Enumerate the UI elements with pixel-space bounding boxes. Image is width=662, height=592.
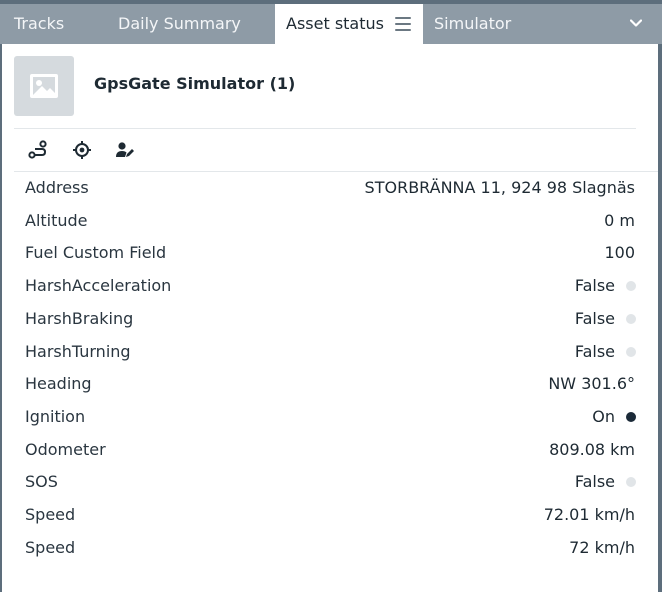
field-row-heading: Heading NW 301.6° <box>2 368 658 400</box>
route-button[interactable] <box>28 140 48 160</box>
menu-icon[interactable] <box>395 17 411 31</box>
field-label: Heading <box>25 374 92 394</box>
field-value: False <box>574 276 615 296</box>
field-value: 809.08 km <box>549 439 635 459</box>
asset-avatar <box>14 56 74 116</box>
asset-status-panel: GpsGate Simulator (1) Address STORBRÄNNA… <box>2 44 658 592</box>
field-row-ignition: Ignition On <box>2 401 658 433</box>
asset-header: GpsGate Simulator (1) <box>14 56 636 129</box>
field-label: SOS <box>25 472 58 492</box>
field-label: Speed <box>25 505 76 524</box>
field-row-harsh-braking: HarshBraking False <box>2 303 658 335</box>
tab-label: Tracks <box>14 14 65 33</box>
field-value: False <box>574 308 615 328</box>
status-indicator-off <box>626 281 636 292</box>
field-value: NW 301.6° <box>548 374 635 394</box>
field-value: 0 m <box>604 210 635 230</box>
field-label: Speed <box>25 537 76 557</box>
field-row-harsh-acceleration: HarshAcceleration False <box>2 270 658 302</box>
field-row-harsh-turning: HarshTurning False <box>2 336 658 368</box>
field-row-address: Address STORBRÄNNA 11, 924 98 Slagnäs <box>2 172 658 204</box>
tab-bar: Tracks Daily Summary Asset status Simula… <box>0 0 662 44</box>
tab-asset-status[interactable]: Asset status <box>275 4 423 44</box>
image-placeholder-icon <box>30 74 58 98</box>
field-label: Address <box>25 178 89 197</box>
field-row-speed: Speed 72 km/h <box>2 532 658 564</box>
field-value: False <box>574 341 615 361</box>
field-label: HarshTurning <box>25 341 131 361</box>
field-row-odometer: Odometer 809.08 km <box>2 434 658 466</box>
field-row-fuel-custom-field: Fuel Custom Field 100 <box>2 237 658 269</box>
locate-button[interactable] <box>72 140 92 160</box>
field-value: 72.01 km/h <box>543 505 635 524</box>
asset-name: GpsGate Simulator (1) <box>94 74 296 93</box>
field-row-sos: SOS False <box>2 466 658 498</box>
tab-tracks[interactable]: Tracks <box>0 4 100 44</box>
assign-user-icon <box>116 142 134 157</box>
assign-user-button[interactable] <box>115 140 135 160</box>
status-indicator-off <box>626 313 636 324</box>
field-value: 100 <box>604 243 635 263</box>
route-icon <box>28 140 47 159</box>
status-indicator-off <box>626 477 636 488</box>
tab-label: Daily Summary <box>118 14 241 33</box>
tab-simulator[interactable]: Simulator <box>423 4 550 44</box>
tab-label: Simulator <box>434 14 512 33</box>
status-indicator-off <box>626 346 636 357</box>
field-row-altitude: Altitude 0 m <box>2 205 658 237</box>
field-label: HarshBraking <box>25 308 134 328</box>
tab-daily-summary[interactable]: Daily Summary <box>100 4 275 44</box>
asset-toolbar <box>14 128 658 172</box>
field-label: HarshAcceleration <box>25 276 172 296</box>
field-label: Ignition <box>25 406 86 426</box>
field-label: Altitude <box>25 210 88 230</box>
field-value: False <box>574 472 615 492</box>
field-label: Odometer <box>25 439 106 459</box>
locate-icon <box>73 141 91 159</box>
field-value: STORBRÄNNA 11, 924 98 Slagnäs <box>364 178 635 197</box>
field-label: Fuel Custom Field <box>25 243 167 263</box>
chevron-down-icon <box>630 19 642 27</box>
field-value: 72 km/h <box>569 537 635 557</box>
tab-overflow-dropdown[interactable] <box>550 4 662 44</box>
field-value: On <box>592 406 615 426</box>
tab-label: Asset status <box>286 14 384 33</box>
field-row-speed: Speed 72.01 km/h <box>2 499 658 531</box>
status-indicator-on <box>626 411 636 422</box>
